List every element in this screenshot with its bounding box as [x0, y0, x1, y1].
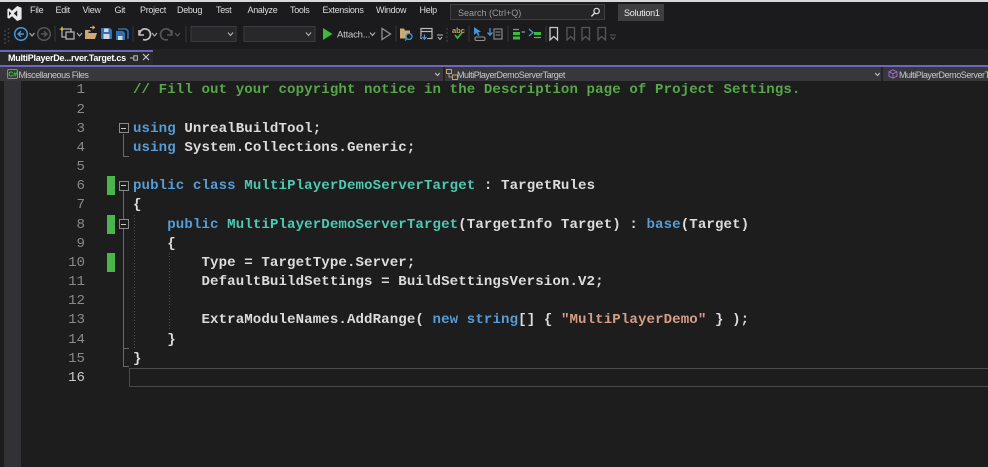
- svg-text:abc: abc: [452, 26, 465, 35]
- svg-text:C#: C#: [8, 71, 17, 78]
- svg-text:Attach...: Attach...: [337, 30, 370, 41]
